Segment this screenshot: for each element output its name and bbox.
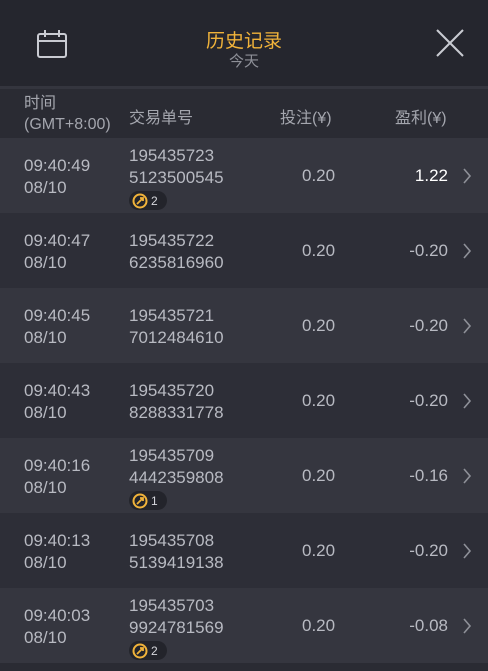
col-bet: 投注(¥) bbox=[280, 110, 332, 127]
row-order: 195435722 6235816960 bbox=[129, 230, 224, 274]
row-bet: 0.20 bbox=[302, 391, 336, 410]
chevron-right-icon[interactable] bbox=[462, 242, 472, 260]
row-order-line1: 195435709 bbox=[129, 446, 215, 465]
row-profit: -0.16 bbox=[409, 466, 448, 485]
row-order-line1: 195435708 bbox=[129, 531, 215, 550]
chevron-right-icon[interactable] bbox=[462, 167, 472, 185]
row-profit: -0.20 bbox=[409, 391, 448, 410]
free-spin-badge: 2 bbox=[129, 191, 167, 210]
row-profit: -0.20 bbox=[409, 541, 448, 560]
row-profit: -0.08 bbox=[409, 616, 448, 635]
row-date-value: 08/10 bbox=[24, 178, 67, 197]
date-filter-label[interactable]: 今天 bbox=[0, 50, 488, 71]
row-time: 09:40:49 08/10 bbox=[24, 155, 90, 199]
row-order-line2: 4442359808 bbox=[129, 468, 224, 487]
row-time: 09:40:43 08/10 bbox=[24, 380, 90, 424]
chevron-right-icon[interactable] bbox=[462, 317, 472, 335]
row-order-line1: 195435723 bbox=[129, 146, 215, 165]
free-spin-count: 2 bbox=[151, 643, 158, 658]
chevron-right-icon[interactable] bbox=[462, 617, 472, 635]
row-date-value: 08/10 bbox=[24, 628, 67, 647]
row-order-line1: 195435720 bbox=[129, 381, 215, 400]
table-row[interactable]: 09:40:49 08/10 195435723 5123500545 2 0.… bbox=[0, 138, 488, 213]
row-order-line2: 8288331778 bbox=[129, 403, 224, 422]
row-time-value: 09:40:13 bbox=[24, 531, 91, 550]
row-time: 09:40:45 08/10 bbox=[24, 305, 90, 349]
page-title: 历史记录 bbox=[205, 31, 282, 52]
row-time-value: 09:40:03 bbox=[24, 606, 91, 625]
row-order-line1: 195435703 bbox=[129, 596, 215, 615]
row-order-line2: 7012484610 bbox=[129, 328, 224, 347]
free-spin-icon bbox=[132, 643, 148, 658]
free-spin-count: 1 bbox=[151, 493, 158, 508]
free-spin-icon bbox=[132, 193, 148, 208]
row-profit: -0.20 bbox=[409, 241, 448, 260]
row-time: 09:40:47 08/10 bbox=[24, 230, 90, 274]
row-time: 09:40:03 08/10 bbox=[24, 605, 90, 649]
close-icon[interactable] bbox=[434, 27, 466, 59]
row-date-value: 08/10 bbox=[24, 253, 67, 272]
row-order: 195435703 9924781569 2 bbox=[129, 595, 224, 660]
table-row[interactable]: 09:40:13 08/10 195435708 5139419138 0.20… bbox=[0, 513, 488, 588]
row-date-value: 08/10 bbox=[24, 478, 67, 497]
row-bet: 0.20 bbox=[302, 166, 336, 185]
free-spin-count: 2 bbox=[151, 193, 158, 208]
column-header: 时间 (GMT+8:00) 交易单号 投注(¥) 盈利(¥) bbox=[0, 89, 488, 138]
row-order: 195435708 5139419138 bbox=[129, 530, 224, 574]
col-time-label: 时间 bbox=[24, 95, 57, 112]
row-time-value: 09:40:45 bbox=[24, 306, 91, 325]
row-time-value: 09:40:43 bbox=[24, 381, 91, 400]
row-order: 195435720 8288331778 bbox=[129, 380, 224, 424]
row-bet: 0.20 bbox=[302, 616, 336, 635]
row-order-line2: 9924781569 bbox=[129, 618, 224, 637]
row-bet: 0.20 bbox=[302, 541, 336, 560]
row-time-value: 09:40:16 bbox=[24, 456, 91, 475]
chevron-right-icon[interactable] bbox=[462, 392, 472, 410]
table-row[interactable]: 09:40:43 08/10 195435720 8288331778 0.20… bbox=[0, 363, 488, 438]
row-order: 195435709 4442359808 1 bbox=[129, 445, 224, 510]
free-spin-badge: 1 bbox=[129, 491, 167, 510]
row-date-value: 08/10 bbox=[24, 403, 67, 422]
row-bet: 0.20 bbox=[302, 241, 336, 260]
row-time-value: 09:40:47 bbox=[24, 231, 91, 250]
table-row[interactable]: 09:40:47 08/10 195435722 6235816960 0.20… bbox=[0, 213, 488, 288]
history-list: 09:40:49 08/10 195435723 5123500545 2 0.… bbox=[0, 138, 488, 663]
chevron-right-icon[interactable] bbox=[462, 467, 472, 485]
col-profit: 盈利(¥) bbox=[395, 110, 447, 127]
row-order: 195435721 7012484610 bbox=[129, 305, 224, 349]
header: 历史记录 今天 bbox=[0, 0, 488, 86]
row-order-line2: 5123500545 bbox=[129, 168, 224, 187]
row-order-line1: 195435722 bbox=[129, 231, 215, 250]
col-time: 时间 (GMT+8:00) bbox=[24, 93, 111, 135]
col-order: 交易单号 bbox=[129, 110, 194, 127]
row-bet: 0.20 bbox=[302, 466, 336, 485]
row-time-value: 09:40:49 bbox=[24, 156, 91, 175]
row-order-line1: 195435721 bbox=[129, 306, 215, 325]
table-row[interactable]: 09:40:45 08/10 195435721 7012484610 0.20… bbox=[0, 288, 488, 363]
row-profit: -0.20 bbox=[409, 316, 448, 335]
chevron-right-icon[interactable] bbox=[462, 542, 472, 560]
row-time: 09:40:13 08/10 bbox=[24, 530, 90, 574]
bottom-bar bbox=[0, 663, 488, 671]
row-order-line2: 5139419138 bbox=[129, 553, 224, 572]
row-time: 09:40:16 08/10 bbox=[24, 455, 90, 499]
row-profit: 1.22 bbox=[414, 166, 448, 185]
col-time-zone: (GMT+8:00) bbox=[24, 116, 111, 133]
free-spin-badge: 2 bbox=[129, 641, 167, 660]
table-row[interactable]: 09:40:03 08/10 195435703 9924781569 2 0.… bbox=[0, 588, 488, 663]
row-order-line2: 6235816960 bbox=[129, 253, 224, 272]
row-order: 195435723 5123500545 2 bbox=[129, 145, 224, 210]
row-date-value: 08/10 bbox=[24, 328, 67, 347]
table-row[interactable]: 09:40:16 08/10 195435709 4442359808 1 0.… bbox=[0, 438, 488, 513]
free-spin-icon bbox=[132, 493, 148, 508]
row-bet: 0.20 bbox=[302, 316, 336, 335]
row-date-value: 08/10 bbox=[24, 553, 67, 572]
